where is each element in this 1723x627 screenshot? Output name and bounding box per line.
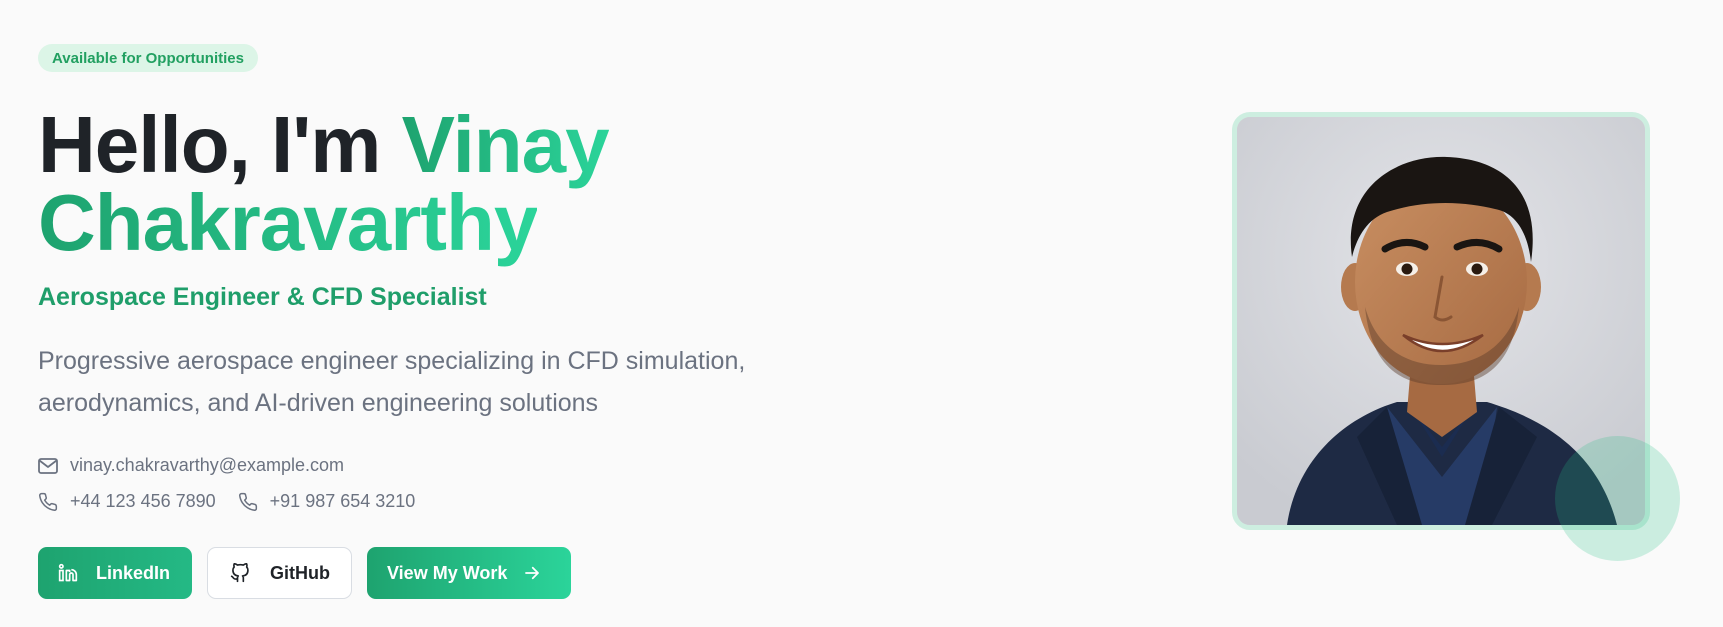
role-subtitle: Aerospace Engineer & CFD Specialist [38,283,487,311]
phone-row: +44 123 456 7890 +91 987 654 3210 [38,491,437,512]
first-name: Vinay [401,100,610,189]
greeting-text: Hello, I'm [38,100,381,189]
phone-uk-text: +44 123 456 7890 [70,491,216,511]
arrow-right-icon [525,566,540,580]
page-title: Hello, I'm Vinay Chakravarthy [38,105,798,263]
phone-in-link[interactable]: +91 987 654 3210 [238,491,416,512]
phone-icon [238,492,257,511]
github-label: GitHub [270,562,330,583]
email-text: vinay.chakravarthy@example.com [70,455,345,475]
phone-uk-link[interactable]: +44 123 456 7890 [38,491,216,512]
phone-in-text: +91 987 654 3210 [269,491,416,511]
linkedin-icon [58,563,78,582]
hero-section: Available for Opportunities Hello, I'm V… [0,0,1723,627]
mail-icon [38,457,58,474]
email-row: vinay.chakravarthy@example.com [38,455,366,476]
github-icon [230,563,249,583]
email-link[interactable]: vinay.chakravarthy@example.com [38,455,344,476]
github-button[interactable]: GitHub [207,547,352,599]
decorative-circle [1555,436,1680,561]
view-work-button[interactable]: View My Work [367,547,571,599]
linkedin-label: LinkedIn [96,562,171,583]
view-work-label: View My Work [387,562,508,583]
action-buttons: LinkedIn GitHub View My Work [38,547,586,599]
phone-icon [39,492,58,511]
availability-badge: Available for Opportunities [38,44,258,72]
hero-description: Progressive aerospace engineer specializ… [38,347,746,417]
linkedin-button[interactable]: LinkedIn [38,547,192,599]
last-name: Chakravarthy [38,178,538,267]
